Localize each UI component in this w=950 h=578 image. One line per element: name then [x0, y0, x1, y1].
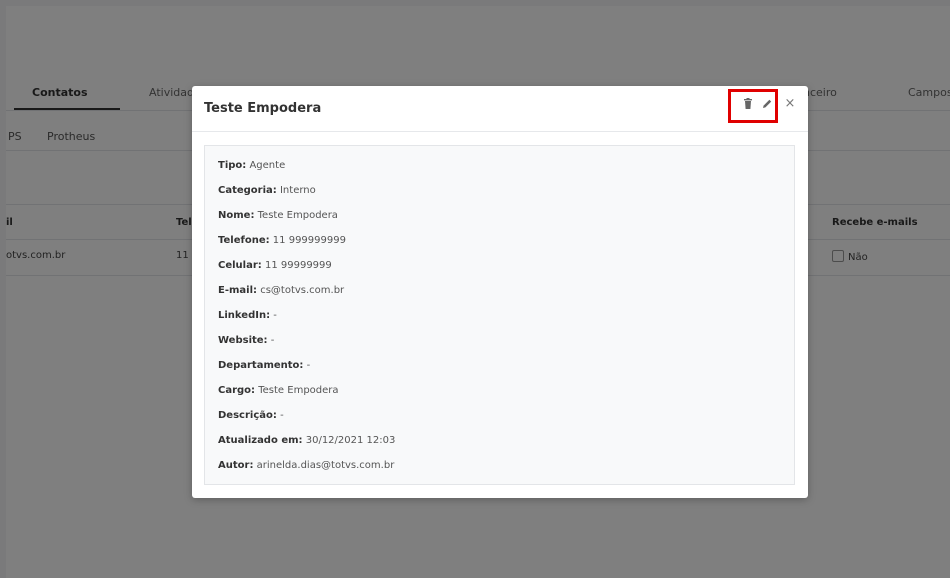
field-nome: Nome: Teste Empodera [218, 210, 338, 221]
contact-details: Tipo: Agente Categoria: Interno Nome: Te… [204, 145, 795, 485]
close-icon[interactable]: × [783, 97, 797, 111]
field-celular: Celular: 11 99999999 [218, 260, 332, 271]
field-telefone: Telefone: 11 999999999 [218, 235, 346, 246]
field-linkedin: LinkedIn: - [218, 310, 277, 321]
field-departamento: Departamento: - [218, 360, 311, 371]
field-autor: Autor: arinelda.dias@totvs.com.br [218, 460, 395, 471]
modal-title: Teste Empodera [204, 101, 322, 116]
modal-header: Teste Empodera × [192, 86, 808, 132]
field-atualizado-em: Atualizado em: 30/12/2021 12:03 [218, 435, 396, 446]
field-email: E-mail: cs@totvs.com.br [218, 285, 345, 296]
field-cargo: Cargo: Teste Empodera [218, 385, 339, 396]
field-categoria: Categoria: Interno [218, 185, 316, 196]
trash-icon[interactable] [741, 96, 755, 110]
contact-detail-modal: Teste Empodera × Tipo: Agente Categoria:… [192, 86, 808, 498]
field-website: Website: - [218, 335, 275, 346]
field-descricao: Descrição: - [218, 410, 284, 421]
pencil-icon[interactable] [760, 96, 774, 110]
field-tipo: Tipo: Agente [218, 160, 286, 171]
